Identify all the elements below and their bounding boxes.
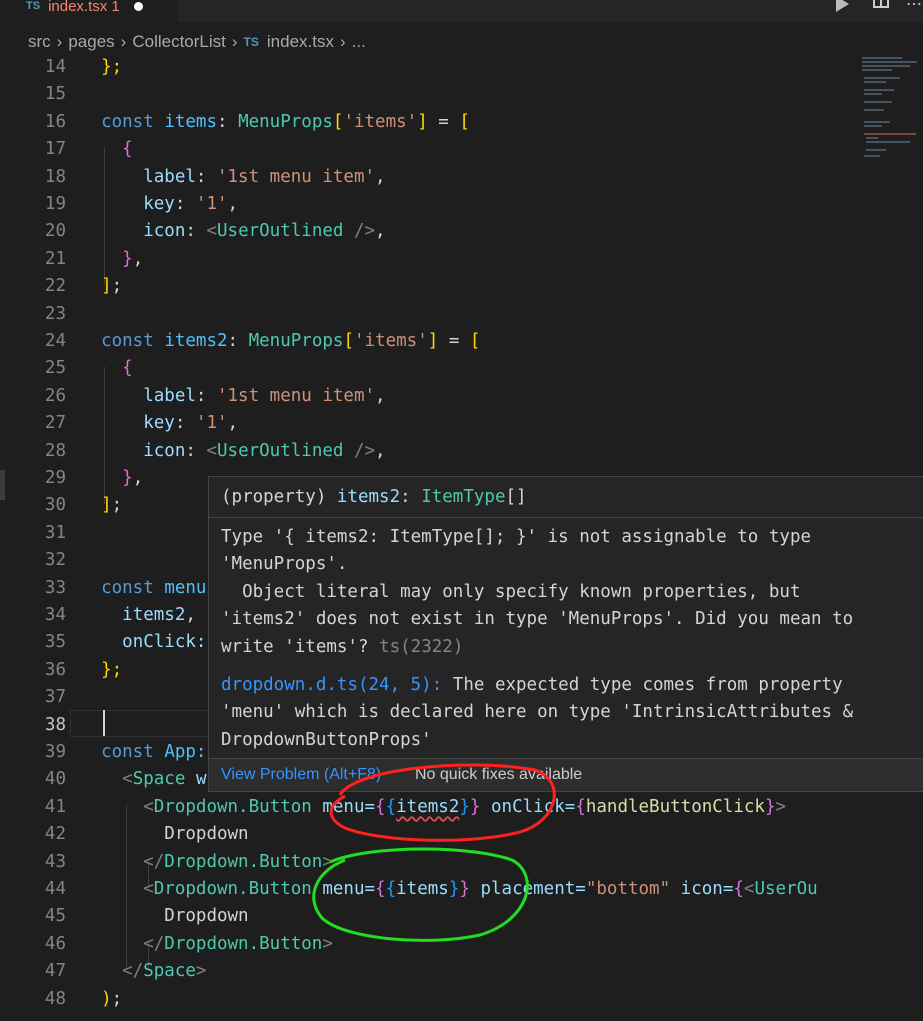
code-line: 22 ]; (44, 276, 123, 297)
text-cursor (103, 710, 105, 736)
code-line: 28 icon: <UserOutlined />, (44, 440, 386, 461)
minimap-line (864, 121, 890, 123)
code-line: 27 key: '1', (44, 413, 239, 434)
breadcrumb-src[interactable]: src (28, 32, 51, 52)
unsaved-dot-icon[interactable] (133, 1, 143, 11)
view-problem-link[interactable]: View Problem (Alt+F8) (221, 766, 381, 784)
hover-signature: (property) items2: ItemType[] (221, 487, 527, 507)
code-line: 25 { (44, 358, 133, 379)
minimap-line (866, 141, 910, 143)
minimap-line (862, 69, 892, 71)
chevron-right-icon: › (340, 32, 346, 51)
code-line: 21 }, (44, 248, 144, 269)
breadcrumb-pages[interactable]: pages (68, 32, 114, 52)
code-line: 14 }; (44, 57, 123, 77)
code-line: 44 <Dropdown.Button menu={{items}} place… (44, 879, 818, 899)
code-line: 45 Dropdown (44, 906, 249, 927)
minimap-line (864, 109, 884, 111)
run-icon[interactable] (836, 0, 849, 12)
minimap-line (864, 93, 882, 95)
minimap-line (866, 149, 886, 151)
breadcrumb-ellipsis[interactable]: ... (352, 32, 366, 52)
chevron-right-icon: › (120, 32, 127, 51)
minimap-line (862, 57, 902, 59)
minimap[interactable] (860, 55, 923, 165)
code-line: 47 </Space> (44, 961, 207, 982)
minimap-line (864, 77, 900, 79)
minimap-line (864, 81, 886, 83)
no-quick-fixes-text: No quick fixes available (415, 766, 583, 783)
chevron-right-icon: › (231, 32, 238, 51)
hover-error-message: Type '{ items2: ItemType[]; }' is not as… (221, 527, 854, 657)
code-line: 19 key: '1', (44, 194, 239, 214)
minimap-line (864, 125, 882, 127)
minimap-line (864, 155, 880, 157)
code-line: 16 const items: MenuProps['items'] = [ (44, 111, 470, 132)
minimap-line (864, 89, 894, 91)
hover-footer: View Problem (Alt+F8) No quick fixes ava… (209, 758, 923, 791)
code-line: 48 ); (44, 988, 123, 1009)
tab-filename: index.tsx 1 (48, 0, 120, 15)
minimap-line (862, 65, 910, 67)
more-actions-icon[interactable]: ⋯ (906, 0, 922, 14)
code-line: 42 Dropdown (44, 824, 249, 845)
minimap-line (864, 101, 892, 103)
split-editor-icon[interactable] (873, 0, 889, 8)
code-line: 41 <Dropdown.Button menu={{items2}} onCl… (44, 796, 787, 817)
code-line: 20 icon: <UserOutlined />, (44, 221, 386, 242)
tab-index-tsx[interactable]: TS index.tsx 1 (0, 0, 178, 22)
hover-source-message: dropdown.d.ts(24, 5): The expected type … (221, 675, 854, 750)
minimap-line (864, 133, 916, 135)
code-line: 18 label: '1st menu item', (44, 166, 386, 187)
code-line: 15 (44, 84, 66, 105)
typescript-icon: TS (26, 0, 41, 12)
breadcrumb-collectorlist[interactable]: CollectorList (132, 32, 226, 52)
code-line: 24 const items2: MenuProps['items'] = [ (44, 331, 481, 351)
code-line: 43 </Dropdown.Button> (44, 851, 333, 872)
minimap-line (866, 137, 878, 139)
code-line: 26 label: '1st menu item', (44, 385, 386, 406)
typescript-icon: TS (243, 35, 259, 49)
hover-tooltip: (property) items2: ItemType[] Type '{ it… (208, 476, 923, 792)
code-line: 17 { (44, 139, 133, 160)
hover-divider (209, 517, 923, 518)
minimap-line (862, 61, 917, 63)
code-line: 23 (44, 303, 66, 324)
chevron-right-icon: › (56, 32, 63, 51)
code-line: 46 </Dropdown.Button> (44, 933, 333, 954)
tab-bar: TS index.tsx 1 ⋯ (0, 0, 923, 22)
breadcrumb-file[interactable]: index.tsx (267, 32, 334, 52)
source-link[interactable]: dropdown.d.ts(24, 5): (221, 675, 442, 695)
